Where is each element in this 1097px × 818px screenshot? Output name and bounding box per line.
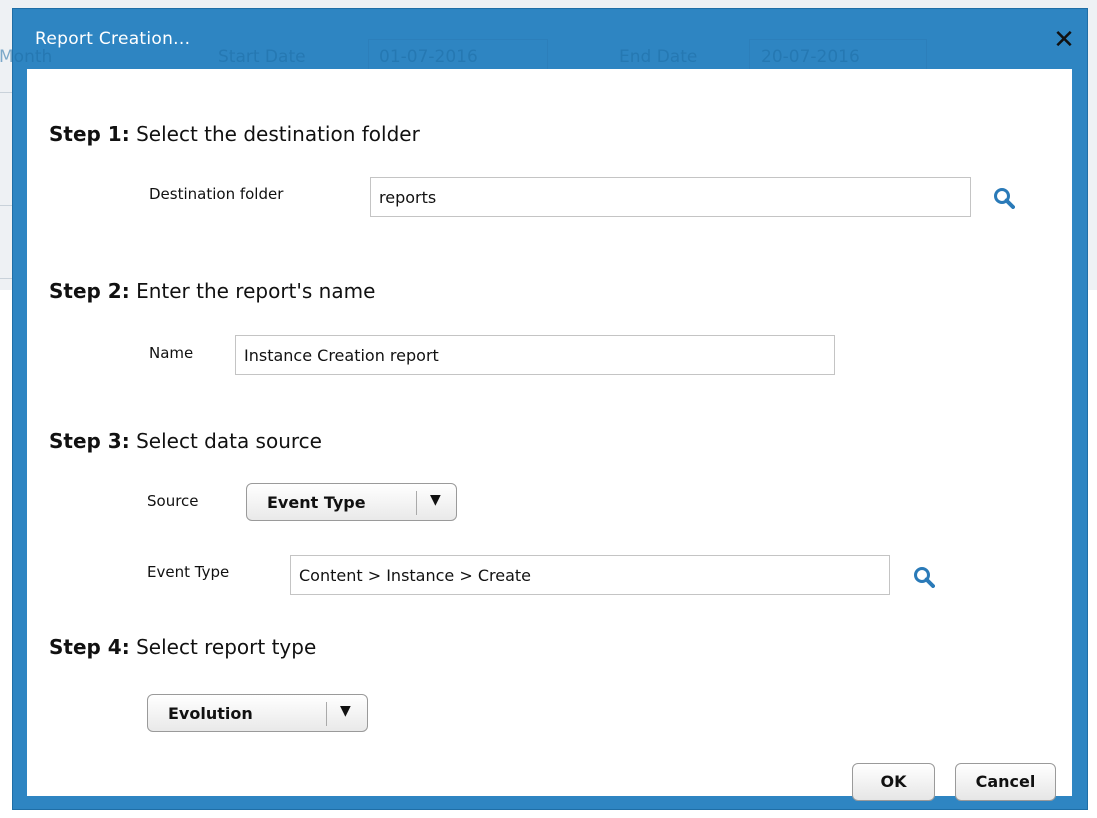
background-end-date-label: End Date — [619, 47, 698, 67]
source-select-divider — [416, 491, 417, 515]
dialog-titlebar: Month Start Date 01-07-2016 End Date 20-… — [0, 9, 1087, 77]
step1-heading: Step 1: Select the destination folder — [49, 122, 420, 146]
step2-prefix: Step 2: — [49, 279, 130, 303]
source-label: Source — [147, 492, 199, 510]
name-label: Name — [149, 344, 194, 362]
step3-prefix: Step 3: — [49, 429, 130, 453]
destination-folder-search-icon[interactable] — [993, 187, 1015, 209]
chevron-down-icon: ▼ — [340, 703, 351, 719]
chevron-down-icon: ▼ — [430, 492, 441, 508]
report-type-select-value: Evolution — [168, 704, 253, 723]
background-month-text: Month — [0, 47, 53, 67]
cancel-button[interactable]: Cancel — [955, 763, 1056, 801]
step1-prefix: Step 1: — [49, 122, 130, 146]
source-select-value: Event Type — [267, 493, 366, 512]
destination-folder-input[interactable]: reports — [370, 177, 971, 217]
event-type-label: Event Type — [147, 563, 230, 581]
dialog-content: Step 1: Select the destination folder De… — [27, 69, 1072, 801]
step4-text: Select report type — [129, 635, 317, 659]
report-type-select-divider — [326, 702, 327, 726]
destination-folder-label: Destination folder — [149, 185, 284, 203]
report-type-select[interactable]: Evolution ▼ — [147, 694, 368, 732]
step1-text: Select the destination folder — [129, 122, 420, 146]
ok-button[interactable]: OK — [852, 763, 935, 801]
event-type-search-icon[interactable] — [913, 566, 935, 588]
background-start-date-value: 01-07-2016 — [379, 47, 478, 67]
step4-prefix: Step 4: — [49, 635, 130, 659]
step2-text: Enter the report's name — [129, 279, 376, 303]
step3-text: Select data source — [129, 429, 322, 453]
background-start-date-label: Start Date — [218, 47, 306, 67]
report-creation-dialog: Month Start Date 01-07-2016 End Date 20-… — [0, 8, 1088, 810]
close-icon[interactable]: ✕ — [1051, 27, 1077, 53]
report-name-input[interactable]: Instance Creation report — [235, 335, 835, 375]
event-type-input[interactable]: Content > Instance > Create — [290, 555, 890, 595]
source-select[interactable]: Event Type ▼ — [246, 483, 457, 521]
step2-heading: Step 2: Enter the report's name — [49, 279, 375, 303]
background-end-date-value: 20-07-2016 — [761, 47, 860, 67]
step3-heading: Step 3: Select data source — [49, 429, 322, 453]
dialog-title: Report Creation... — [35, 29, 191, 49]
step4-heading: Step 4: Select report type — [49, 635, 316, 659]
